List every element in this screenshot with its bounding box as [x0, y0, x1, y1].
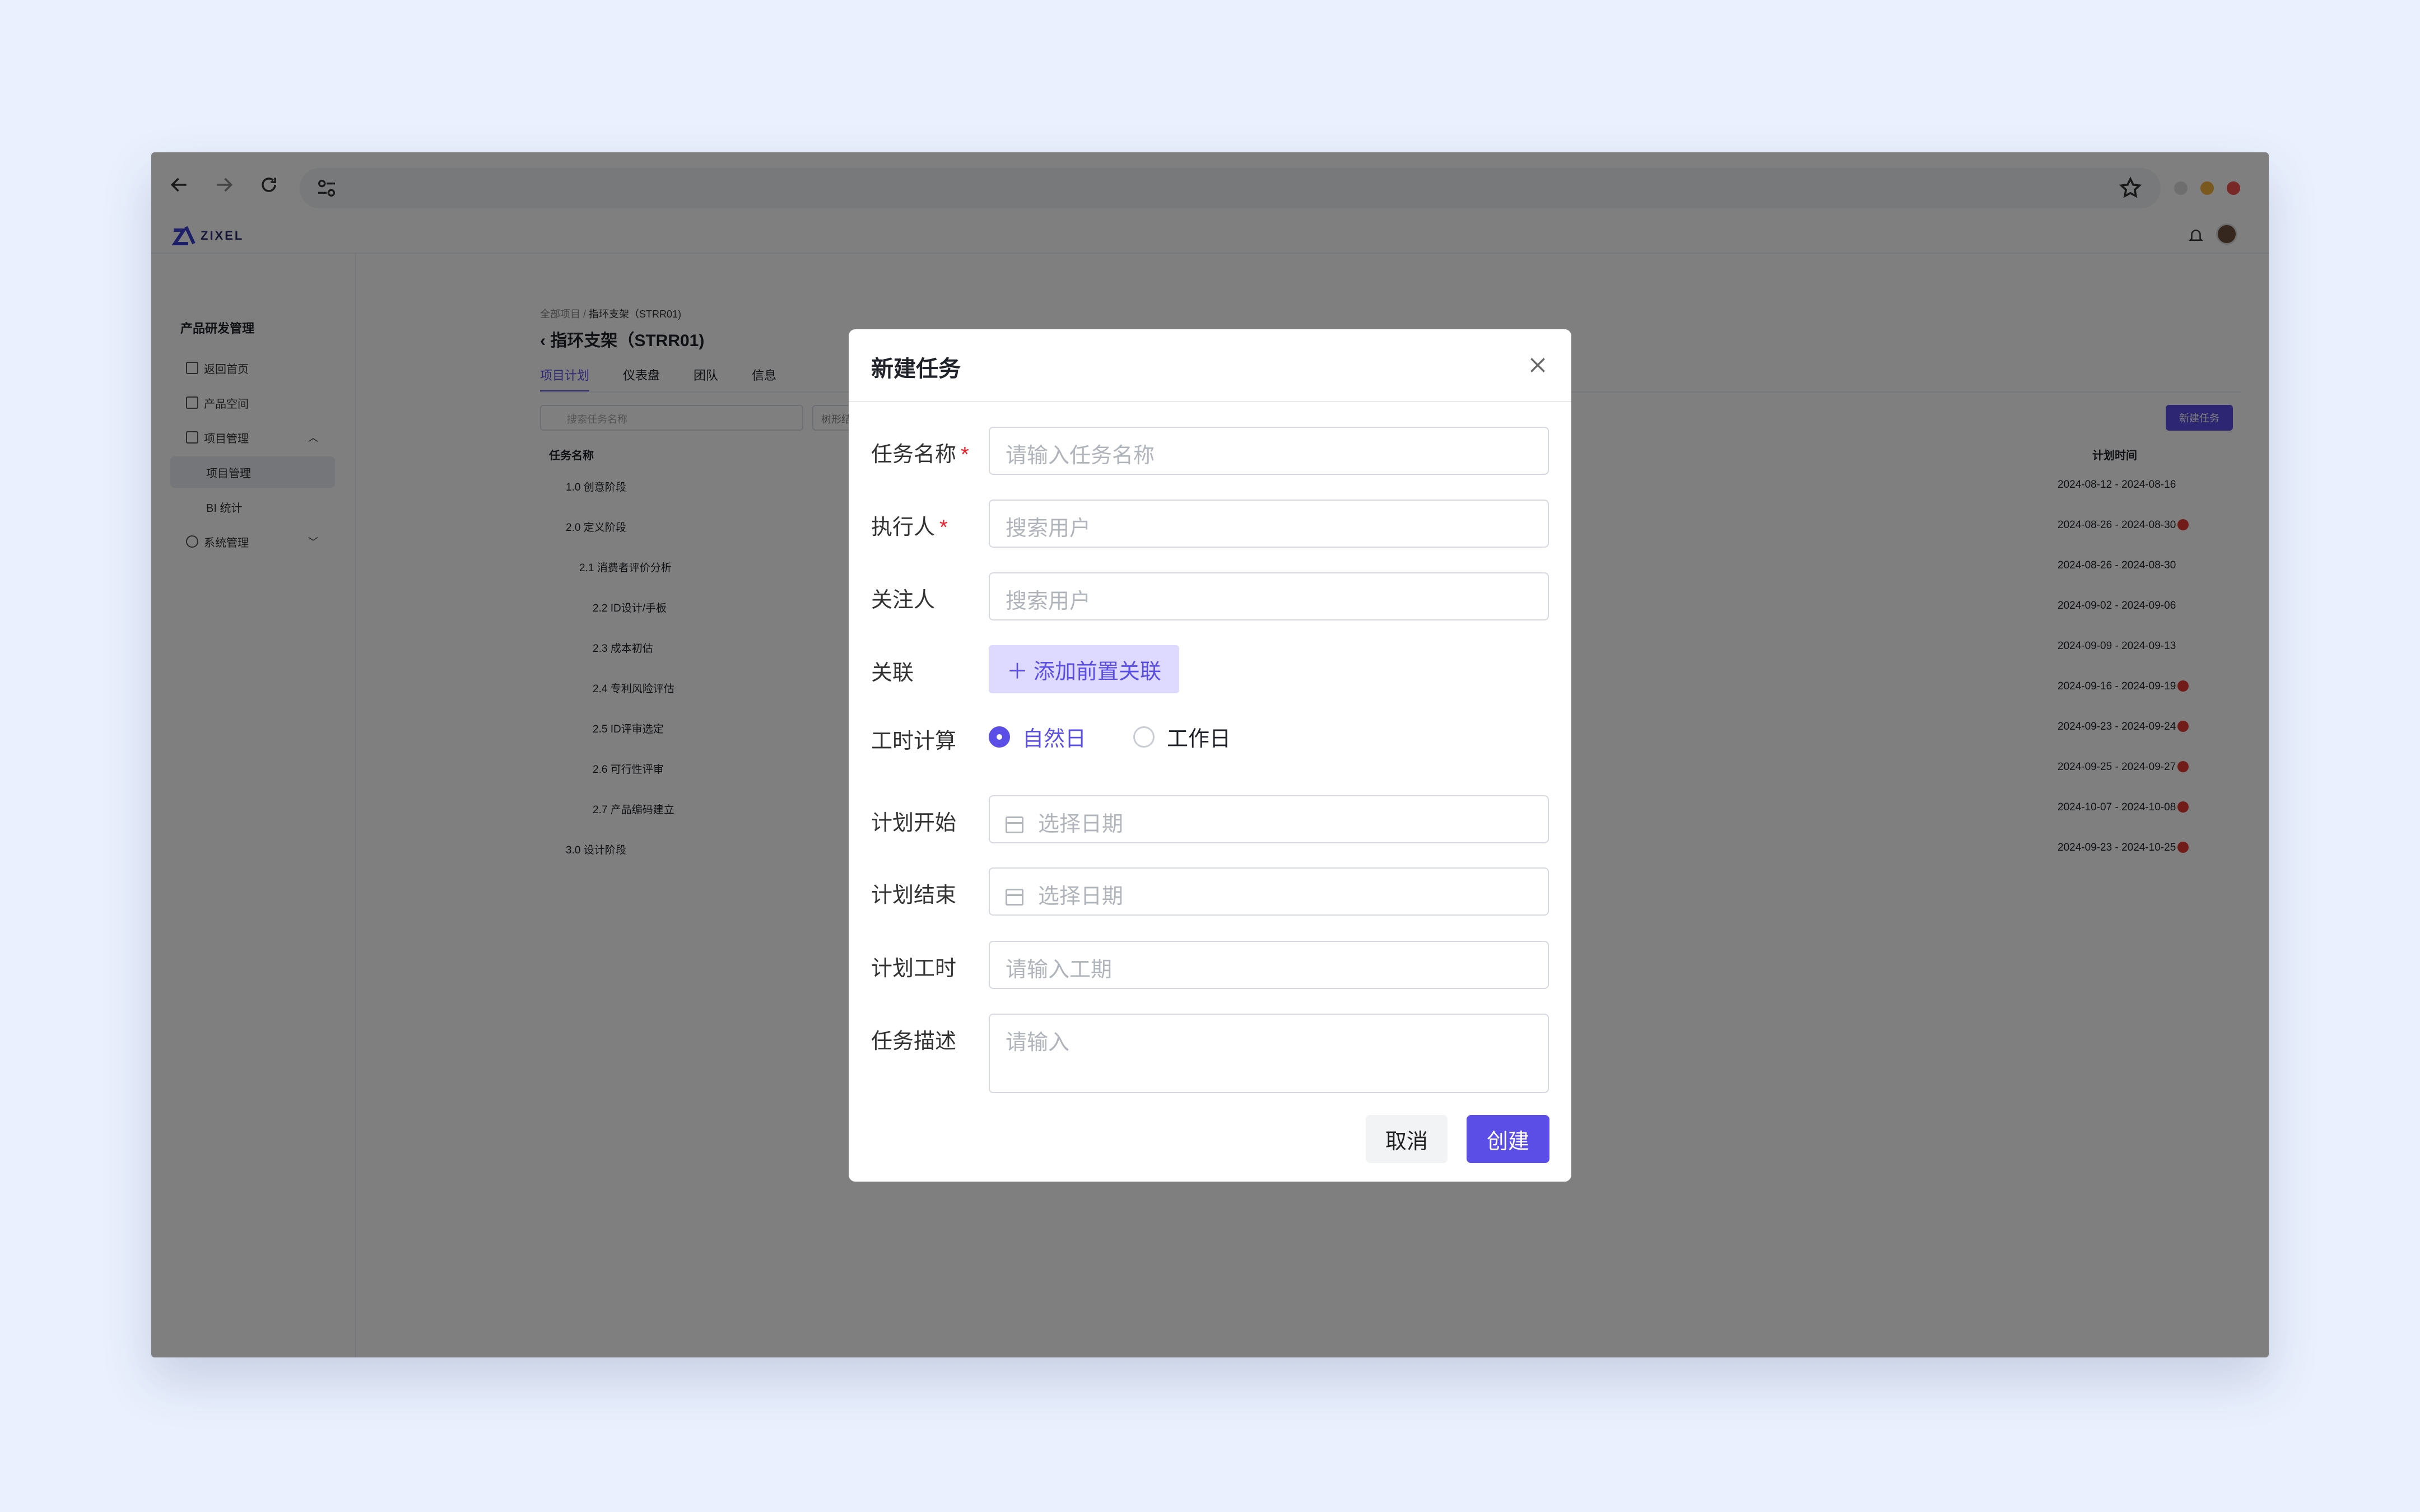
description-label: 任务描述: [871, 1030, 957, 1053]
new-task-dialog: 新建任务 任务名称 * 请输入任务名称 执行人 * 搜索用户 关注人 搜索用户 关联…: [849, 329, 1571, 1182]
calendar-icon: [1006, 816, 1023, 833]
cancel-button[interactable]: 取消: [1366, 1115, 1448, 1163]
followers-label: 关注人: [871, 589, 936, 612]
assignee-label-text: 执行人: [871, 516, 936, 539]
assignee-search-input[interactable]: 搜索用户: [989, 500, 1549, 548]
dialog-title: 新建任务: [871, 357, 961, 381]
dialog-header: 新建任务: [849, 329, 1571, 402]
radio-unchecked-icon: [1133, 726, 1155, 748]
relation-label: 关联: [871, 661, 914, 685]
add-predecessor-button[interactable]: ＋添加前置关联: [989, 645, 1179, 693]
radio-natural-day-label: 自然日: [1022, 727, 1087, 751]
plus-icon: ＋: [1006, 660, 1028, 684]
plan-end-date-picker[interactable]: 选择日期: [989, 867, 1549, 916]
plan-start-placeholder: 选择日期: [1038, 813, 1124, 836]
calendar-icon: [1006, 889, 1023, 906]
task-name-label-text: 任务名称: [871, 443, 957, 466]
close-icon[interactable]: [1527, 354, 1549, 376]
work-calc-label: 工时计算: [871, 730, 957, 753]
assignee-label: 执行人 *: [871, 510, 948, 540]
task-name-label: 任务名称 *: [871, 437, 969, 468]
add-predecessor-label: 添加前置关联: [1034, 660, 1162, 684]
description-textarea[interactable]: 请输入: [989, 1014, 1549, 1093]
radio-checked-icon: [989, 726, 1010, 748]
plan-start-date-picker[interactable]: 选择日期: [989, 795, 1549, 843]
required-mark: *: [961, 443, 969, 466]
task-name-input[interactable]: 请输入任务名称: [989, 427, 1549, 475]
plan-hours-input[interactable]: 请输入工期: [989, 941, 1549, 989]
create-button[interactable]: 创建: [1467, 1115, 1549, 1163]
plan-hours-label: 计划工时: [871, 957, 957, 981]
plan-start-label: 计划开始: [871, 811, 957, 835]
required-mark: *: [939, 516, 948, 539]
radio-natural-day[interactable]: 自然日: [989, 721, 1086, 752]
radio-work-day[interactable]: 工作日: [1133, 721, 1231, 752]
radio-work-day-label: 工作日: [1167, 727, 1231, 751]
followers-search-input[interactable]: 搜索用户: [989, 572, 1549, 620]
plan-end-placeholder: 选择日期: [1038, 885, 1124, 908]
plan-end-label: 计划结束: [871, 884, 957, 907]
